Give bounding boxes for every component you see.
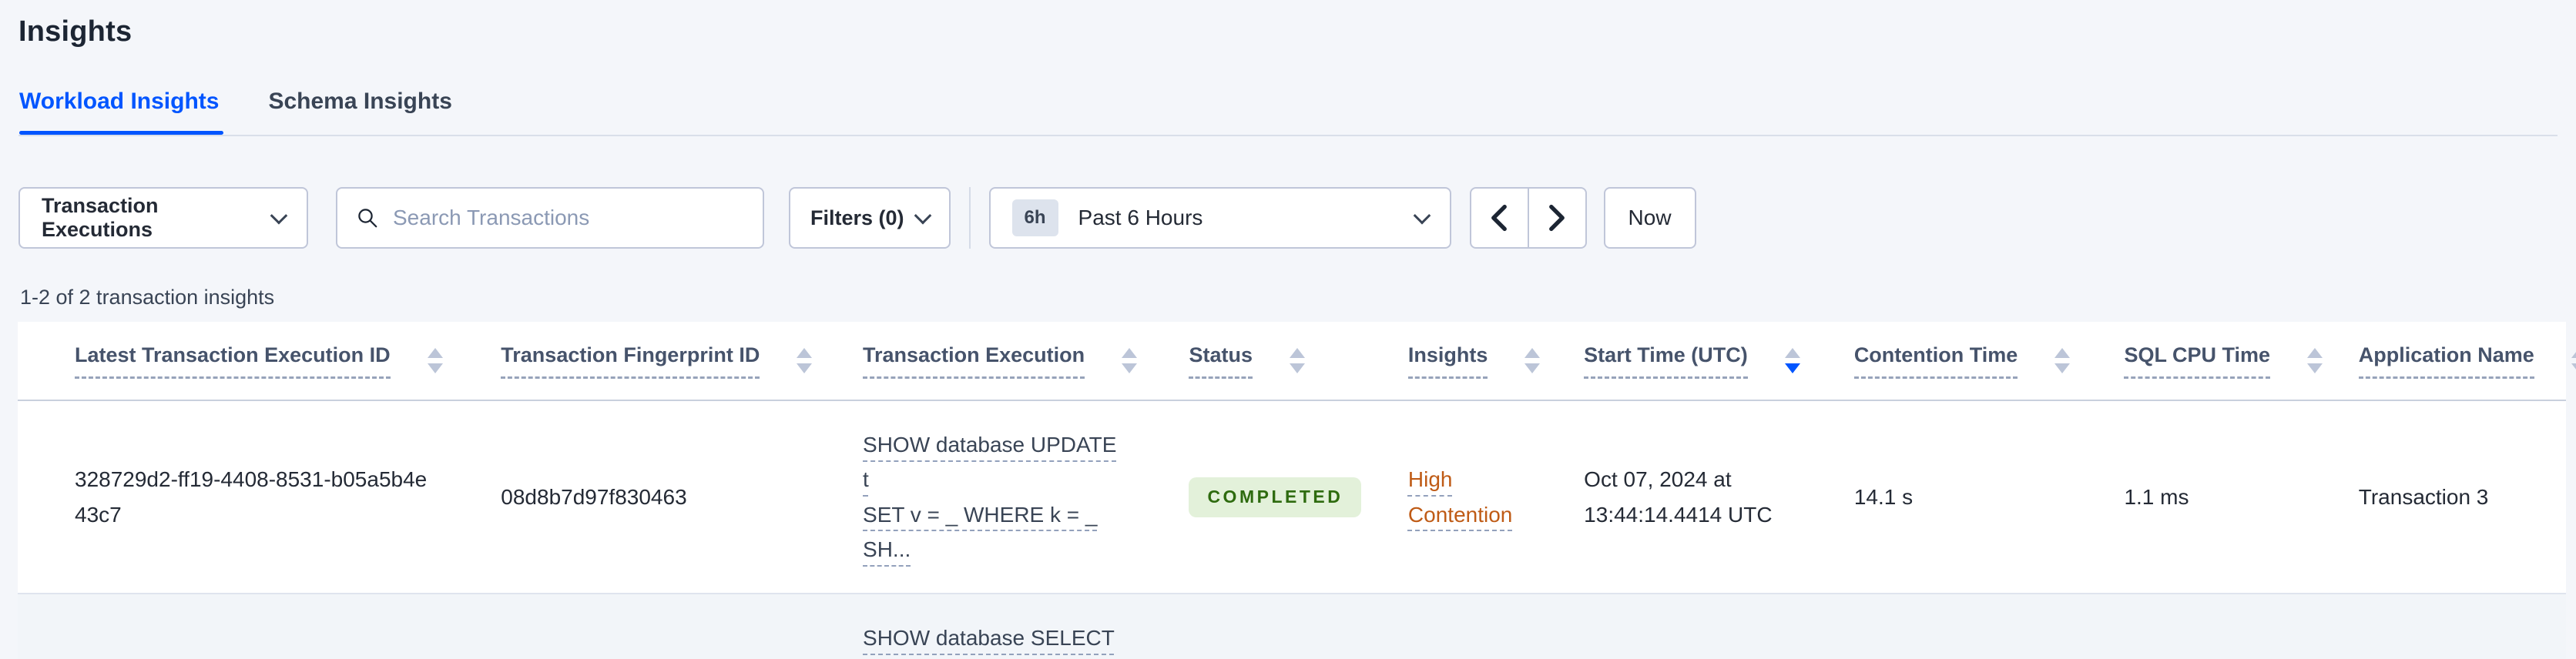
chevron-down-icon	[1413, 206, 1431, 225]
search-input[interactable]	[393, 206, 744, 230]
table-row: 452da3e7-e7fa-4801-aa40-c59988d14eb6 480…	[18, 594, 2566, 659]
contention-time-value: 14.1 s	[1853, 485, 1914, 510]
sql-cpu-time-value: 1.1 ms	[2124, 485, 2189, 510]
search-icon	[358, 209, 377, 228]
table-body: 328729d2-ff19-4408-8531-b05a5b4e43c7 08d…	[18, 400, 2566, 659]
page-title: Insights	[18, 15, 132, 48]
insights-table-card: Latest Transaction Execution ID Transact…	[18, 322, 2576, 659]
table-row: 328729d2-ff19-4408-8531-b05a5b4e43c7 08d…	[18, 400, 2566, 595]
filters-button[interactable]: Filters (0)	[789, 187, 951, 249]
time-range-pager	[1469, 187, 1587, 249]
column-header-status[interactable]: Status	[1146, 322, 1366, 401]
chevron-right-icon	[1549, 204, 1565, 232]
sort-toggle-icon-active-desc[interactable]	[1784, 348, 1800, 373]
transaction-execution-link[interactable]: SHOW database SELECT * FROM t WHERE k = …	[863, 626, 1115, 659]
column-header-latest-transaction-execution-id[interactable]: Latest Transaction Execution ID	[18, 322, 459, 401]
tab-schema-insights[interactable]: Schema Insights	[268, 89, 451, 135]
toolbar-divider	[968, 187, 971, 249]
chevron-down-icon	[914, 206, 931, 225]
sort-toggle-icon[interactable]	[1289, 348, 1305, 373]
start-time-value: Oct 07, 2024 at 13:44:14.4414 UTC	[1584, 467, 1773, 527]
application-name-value: Transaction 3	[2358, 485, 2489, 510]
tab-bar-divider	[18, 135, 2558, 136]
column-header-transaction-execution[interactable]: Transaction Execution	[820, 322, 1147, 401]
fingerprint-id-value: 08d8b7d97f830463	[501, 485, 687, 510]
chevron-down-icon	[270, 206, 288, 225]
sort-toggle-icon[interactable]	[797, 348, 813, 373]
column-header-application-name[interactable]: Application Name	[2316, 322, 2576, 401]
sort-toggle-icon[interactable]	[2571, 348, 2576, 373]
column-header-insights[interactable]: Insights	[1365, 322, 1542, 401]
tab-bar: Workload Insights Schema Insights	[18, 89, 2558, 136]
column-header-transaction-fingerprint-id[interactable]: Transaction Fingerprint ID	[458, 322, 821, 401]
insights-page: Insights Workload Insights Schema Insigh…	[0, 0, 2576, 659]
table-header: Latest Transaction Execution ID Transact…	[18, 322, 2576, 401]
sort-toggle-icon[interactable]	[1524, 348, 1541, 373]
previous-range-button[interactable]	[1469, 187, 1528, 249]
search-box[interactable]	[336, 187, 764, 249]
sort-toggle-icon[interactable]	[2307, 348, 2323, 373]
page-header: Insights Workload Insights Schema Insigh…	[0, 0, 2576, 136]
entity-type-dropdown[interactable]: Transaction Executions	[18, 187, 308, 249]
now-button[interactable]: Now	[1603, 187, 1696, 249]
insights-table: Latest Transaction Execution ID Transact…	[18, 322, 2576, 659]
results-summary: 1-2 of 2 transaction insights	[20, 286, 275, 309]
next-range-button[interactable]	[1528, 187, 1587, 249]
insight-link[interactable]: High Contention	[1408, 467, 1512, 526]
time-range-label: Past 6 Hours	[1078, 206, 1203, 229]
sort-toggle-icon[interactable]	[2054, 348, 2071, 373]
column-header-sql-cpu-time[interactable]: SQL CPU Time	[2081, 322, 2323, 401]
filters-button-label: Filters (0)	[810, 206, 904, 229]
time-range-dropdown[interactable]: 6h Past 6 Hours	[988, 187, 1451, 249]
transaction-execution-link[interactable]: SHOW database UPDATE t SET v = _ WHERE k…	[863, 433, 1116, 561]
column-header-contention-time[interactable]: Contention Time	[1811, 322, 2082, 401]
tab-workload-insights[interactable]: Workload Insights	[19, 89, 224, 135]
column-header-start-time[interactable]: Start Time (UTC)	[1541, 322, 1812, 401]
sort-toggle-icon[interactable]	[427, 348, 443, 373]
time-range-badge: 6h	[1011, 199, 1058, 236]
chevron-left-icon	[1491, 204, 1507, 232]
sort-toggle-icon[interactable]	[1122, 348, 1138, 373]
execution-id-value: 328729d2-ff19-4408-8531-b05a5b4e43c7	[75, 467, 428, 527]
status-badge: COMPLETED	[1189, 477, 1362, 517]
toolbar: Transaction Executions Filters (0) 6h Pa…	[18, 187, 2576, 249]
entity-type-dropdown-label: Transaction Executions	[42, 194, 159, 241]
